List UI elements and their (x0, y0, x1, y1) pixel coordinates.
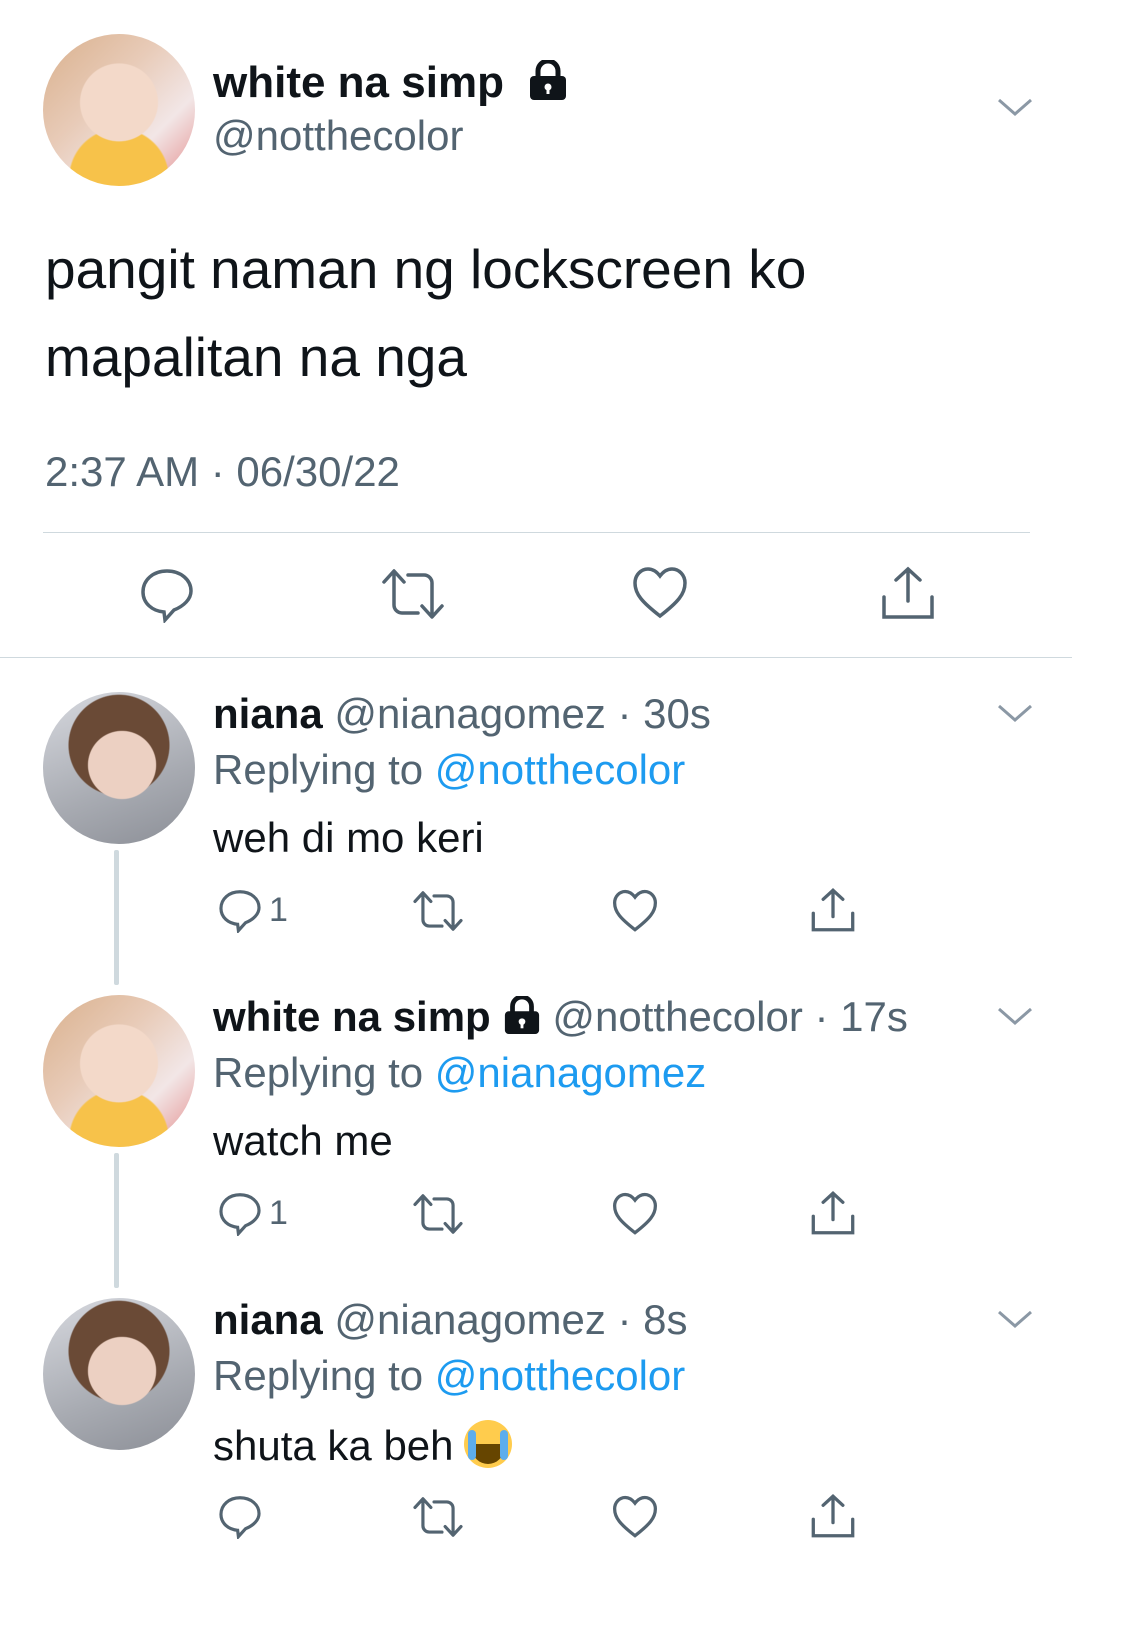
lock-icon (503, 994, 541, 1044)
like-button[interactable] (612, 1495, 658, 1539)
share-icon (811, 1494, 855, 1538)
retweet-button[interactable] (411, 1191, 465, 1237)
reply-header: niana @nianagomez · 8s (213, 1296, 688, 1343)
like-button[interactable] (612, 889, 658, 933)
loudly-crying-face-emoji (463, 1420, 512, 1468)
mention-link[interactable]: @notthecolor (435, 1352, 685, 1399)
like-icon (612, 1495, 658, 1538)
mention-link[interactable]: @notthecolor (435, 746, 685, 793)
thread-line (114, 850, 119, 985)
reply-header: niana @nianagomez · 30s (213, 690, 711, 737)
divider (0, 657, 1072, 658)
reply-time[interactable]: 17s (840, 993, 908, 1040)
replying-to: Replying to @notthecolor (213, 746, 686, 793)
share-icon (882, 566, 934, 619)
share-button[interactable] (810, 887, 856, 933)
share-button[interactable] (880, 565, 936, 621)
tweet-text: shuta ka beh (213, 1420, 512, 1470)
like-icon (612, 889, 658, 932)
user-handle[interactable]: @notthecolor (552, 993, 802, 1040)
retweet-button[interactable] (380, 565, 446, 623)
reply-icon (219, 1496, 261, 1539)
chevron-down-icon[interactable] (995, 1308, 1032, 1328)
reply-icon (219, 890, 261, 933)
share-icon (811, 888, 855, 932)
chevron-down-icon[interactable] (995, 1005, 1032, 1025)
display-name[interactable]: white na simp (213, 58, 568, 111)
reply-icon (141, 569, 193, 623)
reply-button[interactable]: 1 (217, 887, 288, 933)
replying-to: Replying to @nianagomez (213, 1049, 707, 1096)
display-name[interactable]: niana (213, 1296, 323, 1343)
tweet-text: watch me (213, 1117, 393, 1164)
user-handle[interactable]: @notthecolor (213, 112, 463, 160)
retweet-icon (382, 569, 444, 619)
mention-link[interactable]: @nianagomez (435, 1049, 706, 1096)
thread-line (114, 1153, 119, 1288)
retweet-icon (413, 891, 463, 931)
replying-to: Replying to @notthecolor (213, 1352, 686, 1399)
chevron-down-icon[interactable] (995, 96, 1032, 116)
reply-time[interactable]: 8s (643, 1296, 687, 1343)
share-button[interactable] (810, 1493, 856, 1539)
avatar[interactable] (43, 995, 195, 1147)
reply-time[interactable]: 30s (643, 690, 711, 737)
share-button[interactable] (810, 1190, 856, 1236)
retweet-icon (413, 1194, 463, 1234)
user-handle[interactable]: @nianagomez (334, 1296, 605, 1343)
tweet-text: weh di mo keri (213, 814, 484, 861)
share-icon (811, 1191, 855, 1235)
display-name[interactable]: white na simp (213, 993, 541, 1040)
like-button[interactable] (612, 1192, 658, 1236)
like-button[interactable] (632, 566, 688, 620)
reply-count: 1 (269, 1193, 288, 1232)
avatar[interactable] (43, 34, 195, 186)
chevron-down-icon[interactable] (995, 702, 1032, 722)
display-name[interactable]: niana (213, 690, 323, 737)
lock-icon (528, 58, 568, 111)
reply-button[interactable]: 1 (217, 1190, 288, 1236)
reply-count: 1 (269, 890, 288, 929)
divider (43, 532, 1030, 533)
retweet-button[interactable] (411, 888, 465, 934)
reply-button[interactable] (217, 1493, 263, 1539)
retweet-button[interactable] (411, 1494, 465, 1540)
reply-header: white na simp @notthecolor · 17s (213, 993, 908, 1044)
avatar[interactable] (43, 1298, 195, 1450)
retweet-icon (413, 1497, 463, 1537)
avatar[interactable] (43, 692, 195, 844)
reply-icon (219, 1193, 261, 1236)
reply-button[interactable] (138, 565, 196, 623)
user-handle[interactable]: @nianagomez (334, 690, 605, 737)
tweet-timestamp[interactable]: 2:37 AM · 06/30/22 (45, 448, 400, 496)
like-icon (633, 567, 687, 619)
like-icon (612, 1192, 658, 1235)
tweet-text: pangit naman ng lockscreen ko mapalitan … (45, 238, 807, 388)
